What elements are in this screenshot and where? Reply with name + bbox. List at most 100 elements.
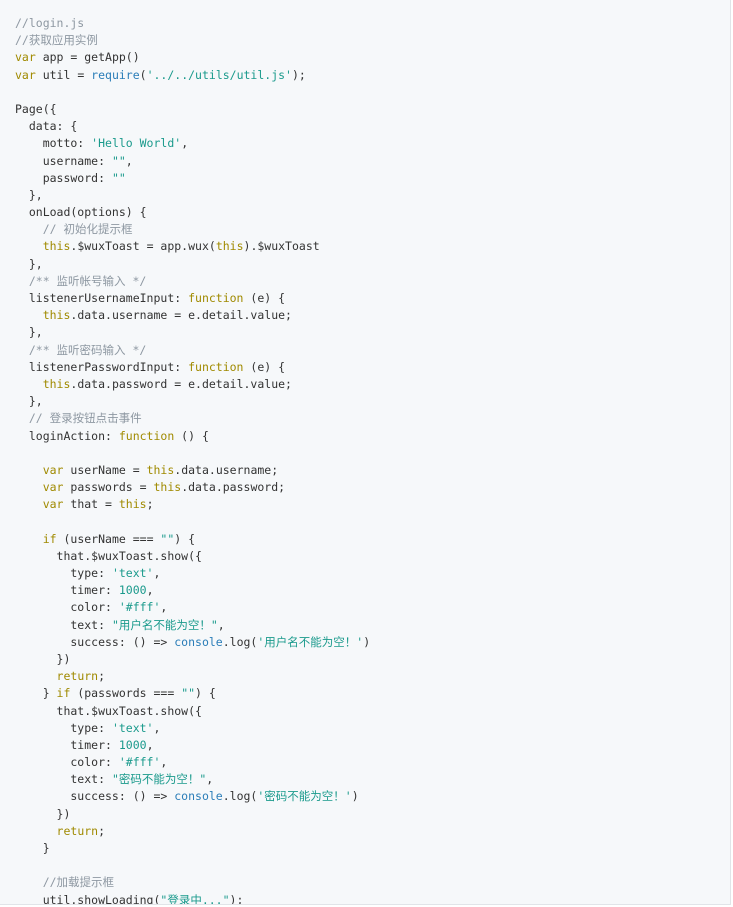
code-token-plain: password: xyxy=(15,170,112,185)
code-token-string: "用户名不能为空！" xyxy=(111,617,218,632)
code-token-plain: listenerUsernameInput: xyxy=(15,291,189,305)
code-line: //加载提示框 xyxy=(15,874,370,891)
code-token-plain: that = xyxy=(63,497,119,512)
code-token-plain: (e) { xyxy=(243,359,286,374)
code-token-plain: (passwords === xyxy=(70,686,182,701)
code-line: this.$wuxToast = app.wux(this).$wuxToast xyxy=(15,238,370,255)
code-line: } xyxy=(15,840,370,857)
code-token-plain: .data.password; xyxy=(181,480,286,495)
code-token-keyword: this xyxy=(118,497,147,512)
code-token-plain: (e) { xyxy=(243,291,286,305)
code-token-string: '用户名不能为空！' xyxy=(257,634,364,649)
code-line: that.$wuxToast.show({ xyxy=(15,548,370,565)
code-line: Page({ xyxy=(15,101,370,118)
code-line: var util = require('../../utils/util.js'… xyxy=(15,67,370,84)
code-line: type: 'text', xyxy=(15,565,370,582)
code-token-plain: , xyxy=(217,617,225,632)
code-token-plain: .log( xyxy=(222,634,258,649)
code-token-plain: .data.password = e.detail.value; xyxy=(70,376,292,391)
code-line: timer: 1000, xyxy=(15,737,370,754)
code-token-plain: text: xyxy=(15,617,112,632)
code-line: if (userName === "") { xyxy=(15,531,370,548)
code-token-keyword: var xyxy=(15,67,36,82)
code-line: } if (passwords === "") { xyxy=(15,685,370,702)
code-line: text: "用户名不能为空！", xyxy=(15,617,370,634)
code-listing: //login.js//获取应用实例 var app = getApp() var … xyxy=(15,15,371,905)
code-token-plain: color: xyxy=(15,600,119,615)
code-line: ​ xyxy=(15,445,370,462)
code-line: color: '#fff', xyxy=(15,599,370,616)
code-token-plain: loginAction: xyxy=(15,428,119,443)
code-token-keyword: return xyxy=(56,669,99,684)
code-token-keyword: function xyxy=(118,428,175,443)
code-token-plain: listenerPasswordInput: xyxy=(15,359,189,374)
code-token-keyword: function xyxy=(188,359,244,374)
code-line: ​ xyxy=(15,513,370,530)
code-token-plain: ) { xyxy=(195,686,216,701)
code-line: motto: 'Hello World', xyxy=(15,135,370,152)
code-token-plain: , xyxy=(125,153,133,168)
code-token-keyword: var xyxy=(42,462,64,477)
code-token-plain: .data.username; xyxy=(174,462,279,477)
code-token-comment: /** 监听密码输入 */ xyxy=(15,342,147,357)
code-line: listenerPasswordInput: function (e) { xyxy=(15,359,370,376)
code-token-plain: ); xyxy=(229,892,244,905)
code-line: loginAction: function () { xyxy=(15,428,370,445)
code-token-keyword: var xyxy=(42,480,64,495)
code-line: type: 'text', xyxy=(15,720,370,737)
code-token-keyword: this xyxy=(215,239,244,254)
code-token-keyword: if xyxy=(56,686,71,701)
code-token-number: 1000 xyxy=(118,737,147,752)
code-token-plain: (userName === xyxy=(56,531,161,546)
code-token-plain: } xyxy=(15,686,57,701)
code-token-plain: , xyxy=(153,566,161,580)
code-token-keyword: this xyxy=(146,462,175,477)
code-token-string: '../../utils/util.js' xyxy=(146,67,292,82)
code-token-comment: // 登录按钮点击事件 xyxy=(15,411,142,426)
code-token-plain: passwords = xyxy=(63,480,154,495)
code-token-plain: util = xyxy=(35,67,92,82)
code-token-plain: ( xyxy=(139,67,147,82)
code-token-string: "" xyxy=(111,170,126,185)
code-line: that.$wuxToast.show({ xyxy=(15,703,370,720)
code-line: return; xyxy=(15,668,370,685)
code-token-string: '#fff' xyxy=(118,755,161,770)
code-token-keyword: this xyxy=(42,308,71,323)
code-line: color: '#fff', xyxy=(15,754,370,771)
code-token-plain: success: () => xyxy=(15,789,175,804)
code-line: //获取应用实例 xyxy=(15,32,370,49)
code-token-plain: motto: xyxy=(15,136,92,151)
code-token-plain: ); xyxy=(291,67,306,82)
code-line: var userName = this.data.username; xyxy=(15,462,370,479)
code-token-plain: }) xyxy=(15,651,71,666)
code-token-plain: }, xyxy=(15,187,43,202)
code-token-plain: }, xyxy=(15,394,43,409)
code-token-plain: data: { xyxy=(15,119,78,134)
code-token-plain: , xyxy=(146,583,154,598)
code-line: password: "" xyxy=(15,170,370,187)
code-token-plain: ; xyxy=(146,497,154,512)
code-token-number: 1000 xyxy=(118,583,147,598)
code-token-plain: , xyxy=(160,755,168,770)
code-line: // 登录按钮点击事件 xyxy=(15,410,370,427)
code-token-plain: .log( xyxy=(222,789,258,804)
code-line: util.showLoading("登录中..."); xyxy=(15,892,370,905)
code-token-plain: , xyxy=(160,600,168,615)
code-token-plain: that.$wuxToast.show({ xyxy=(15,548,202,563)
code-line: var app = getApp() xyxy=(15,49,370,66)
code-token-plain: .$wuxToast = app.wux( xyxy=(70,239,216,254)
code-token-keyword: return xyxy=(56,823,99,838)
code-token-string: 'text' xyxy=(111,566,154,580)
code-token-plain: ) xyxy=(363,634,371,649)
code-token-plain: color: xyxy=(15,755,119,770)
code-token-plain: , xyxy=(146,737,154,752)
code-line: username: "", xyxy=(15,153,370,170)
code-token-plain: timer: xyxy=(15,737,119,752)
code-token-comment: //login.js xyxy=(15,16,85,30)
